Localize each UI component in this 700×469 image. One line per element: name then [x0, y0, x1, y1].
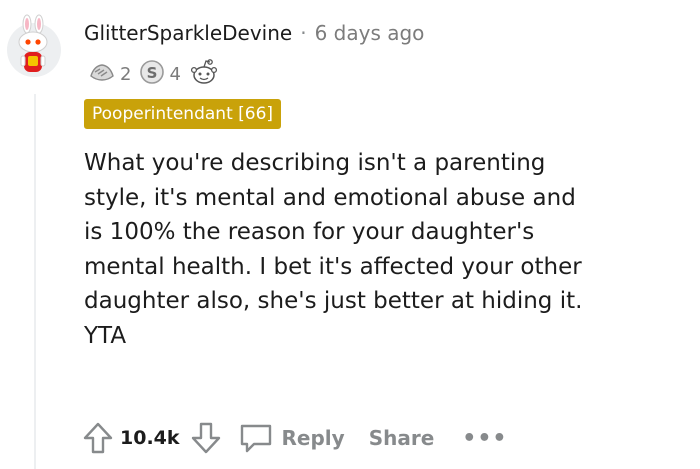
snoo-avatar-icon — [7, 14, 61, 77]
comment-line: YTA — [84, 322, 127, 349]
upvote-arrow-icon — [83, 422, 113, 454]
reply-label: Reply — [281, 426, 345, 450]
vote-score: 10.4k — [120, 427, 180, 449]
helpful-hands-award-icon[interactable] — [88, 60, 116, 88]
more-options-button[interactable]: ••• — [462, 426, 507, 451]
comment-bubble-icon — [240, 424, 271, 453]
comment-actions: 10.4k Reply Share ••• — [80, 415, 507, 461]
wholesome-snoo-award-icon[interactable] — [189, 58, 219, 90]
comment-body: What you're describing isn't a parenting… — [84, 146, 684, 353]
comment-line: What you're describing isn't a parenting — [84, 150, 546, 176]
comment-line: style, it's mental and emotional abuse a… — [84, 184, 576, 211]
share-button[interactable]: Share — [369, 426, 435, 450]
downvote-arrow-icon — [191, 422, 220, 454]
downvote-button[interactable] — [188, 418, 224, 458]
username-link[interactable]: GlitterSparkleDevine — [84, 21, 292, 45]
reply-button[interactable]: Reply — [238, 422, 345, 454]
svg-text:S: S — [147, 64, 158, 82]
award-count: 4 — [169, 63, 181, 85]
user-flair: Pooperintendant [66] — [84, 99, 282, 129]
comment-line: mental health. I bet it's affected your … — [84, 253, 582, 280]
silver-award-icon[interactable]: S — [139, 59, 165, 89]
separator-dot: · — [300, 21, 307, 45]
awards-row[interactable]: 2 S 4 — [88, 58, 219, 90]
comment-line: is 100% the reason for your daughter's — [84, 219, 535, 245]
upvote-button[interactable] — [80, 418, 116, 458]
thread-line[interactable] — [34, 94, 36, 469]
award-count: 2 — [120, 63, 132, 85]
comment-line: daughter also, she's just better at hidi… — [84, 288, 583, 314]
comment-header: GlitterSparkleDevine · 6 days ago — [84, 21, 424, 45]
share-label: Share — [368, 426, 435, 450]
timestamp[interactable]: 6 days ago — [315, 21, 425, 45]
avatar[interactable] — [6, 14, 62, 82]
